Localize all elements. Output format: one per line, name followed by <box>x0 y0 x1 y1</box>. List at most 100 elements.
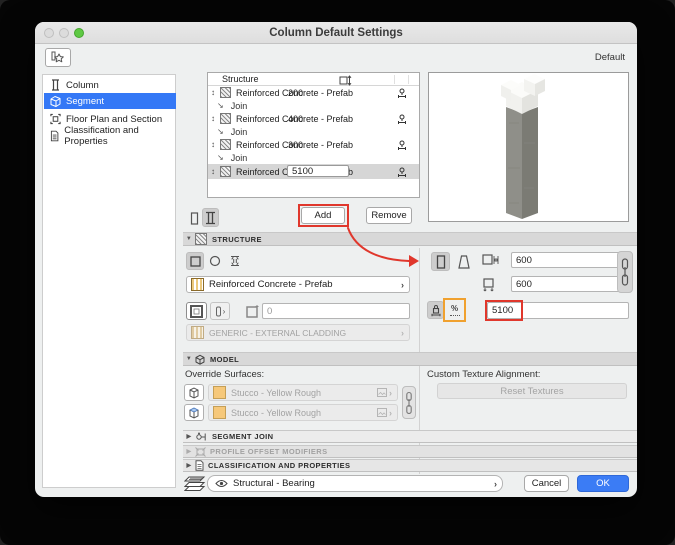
reset-textures-label: Reset Textures <box>500 385 564 397</box>
segmented-column-icon <box>206 211 215 224</box>
segment-row-selected[interactable]: ↕ Reinforced Concrete - Prefab <box>208 164 419 179</box>
veneer-thickness-input[interactable] <box>262 303 410 319</box>
stretch-anchor-icon[interactable] <box>397 140 407 150</box>
percent-icon: % <box>450 303 459 313</box>
segment-row[interactable]: ↕ Reinforced Concrete - Prefab 400 <box>208 112 419 125</box>
join-row[interactable]: ↘ Join <box>208 125 419 138</box>
dialog-title: Column Default Settings <box>269 27 403 39</box>
profile-offset-label: PROFILE OFFSET MODIFIERS <box>210 447 328 456</box>
circle-icon <box>209 255 221 267</box>
reorder-updown-icon[interactable]: ↕ <box>211 88 219 97</box>
segment-height-value[interactable]: 200 <box>288 88 303 98</box>
segment-height-field[interactable] <box>487 302 629 319</box>
screenshot-canvas: Column Default Settings Default Column S… <box>0 0 675 545</box>
veneer-icon <box>190 304 203 318</box>
profile-shape-button[interactable] <box>226 252 244 270</box>
favorites-star-icon <box>51 51 64 63</box>
proportional-height-button[interactable]: % <box>446 301 463 319</box>
zoom-window-icon[interactable] <box>74 28 84 38</box>
settings-sidebar: Column Segment Floor Plan and Section Cl… <box>42 74 176 488</box>
minimize-window-icon[interactable] <box>59 28 69 38</box>
stretch-anchor-icon[interactable] <box>397 167 407 177</box>
segment-table-header[interactable]: Structure <box>208 73 419 86</box>
column-3d-preview[interactable] <box>428 72 629 222</box>
collapse-triangle-icon[interactable]: ▶ <box>183 433 195 440</box>
model-section-label: MODEL <box>210 354 240 364</box>
title-bar[interactable]: Column Default Settings <box>35 22 637 44</box>
sidebar-item-segment[interactable]: Segment <box>44 93 176 109</box>
rectangle-shape-button[interactable] <box>186 252 204 270</box>
remove-segment-button[interactable]: Remove <box>366 207 412 224</box>
sidebar-item-classification-and-properties[interactable]: Classification and Properties <box>44 125 176 147</box>
join-row[interactable]: ↘ Join <box>208 99 419 112</box>
tapered-column-button[interactable] <box>454 252 473 271</box>
surface-all-faces-button[interactable] <box>184 384 204 401</box>
surface-top-face-button[interactable] <box>184 404 204 421</box>
profile-offset-icon <box>195 446 206 457</box>
collapse-triangle-icon[interactable]: ▼ <box>183 236 195 242</box>
segment-list-table: Structure ↕ Reinforced Concrete - Prefab… <box>207 72 420 198</box>
building-material-name: Reinforced Concrete - Prefab <box>209 279 333 290</box>
reorder-updown-icon[interactable]: ↕ <box>211 114 219 123</box>
layer-dropdown[interactable]: Structural - Bearing › <box>207 475 503 492</box>
add-segment-button[interactable]: Add <box>301 207 345 224</box>
sidebar-item-label: Classification and Properties <box>64 125 139 147</box>
column-preview-image <box>501 74 545 219</box>
cancel-button[interactable]: Cancel <box>524 475 569 492</box>
column-top-face-icon <box>189 407 199 419</box>
collapse-triangle-icon[interactable]: ▼ <box>183 356 195 362</box>
segment-height-value[interactable]: 300 <box>288 140 303 150</box>
structure-section-header[interactable]: ▼ STRUCTURE <box>183 232 637 246</box>
join-icon: ↘ <box>217 101 224 110</box>
add-button-label: Add <box>314 210 332 221</box>
material-pattern-chip <box>220 139 231 150</box>
link-dimensions-button[interactable] <box>617 251 633 293</box>
surface-name: Stucco - Yellow Rough <box>231 387 322 398</box>
override-surfaces-label: Override Surfaces: <box>185 369 265 380</box>
cladding-material-dropdown: GENERIC - EXTERNAL CLADDING › <box>186 324 410 341</box>
lock-icon <box>431 304 440 316</box>
column-icon <box>52 79 59 91</box>
multi-segment-column-toggle[interactable] <box>202 208 219 227</box>
sidebar-item-label: Column <box>66 79 99 91</box>
link-surfaces-button[interactable] <box>402 386 416 419</box>
segment-height-value[interactable]: 400 <box>288 114 303 124</box>
veneer-button[interactable] <box>186 302 207 320</box>
chevron-right-icon: › <box>389 407 392 418</box>
reorder-updown-icon[interactable]: ↕ <box>211 140 219 149</box>
fixed-height-lock-button[interactable] <box>427 301 444 319</box>
structure-section-label: STRUCTURE <box>212 234 262 244</box>
surface-name: Stucco - Yellow Rough <box>231 407 322 418</box>
stretch-anchor-icon[interactable] <box>397 114 407 124</box>
building-material-dropdown[interactable]: Reinforced Concrete - Prefab › <box>186 276 410 293</box>
structure-hatch-icon <box>195 233 207 245</box>
collapse-triangle-icon[interactable]: ▶ <box>183 462 195 469</box>
ok-button[interactable]: OK <box>577 475 629 492</box>
ok-button-label: OK <box>596 478 610 489</box>
join-row[interactable]: ↘ Join <box>208 151 419 164</box>
close-window-icon[interactable] <box>44 28 54 38</box>
chevron-right-icon: › <box>401 279 404 290</box>
veneer-options-button[interactable]: › <box>210 302 230 320</box>
segment-row[interactable]: ↕ Reinforced Concrete - Prefab 300 <box>208 138 419 151</box>
model-section-header[interactable]: ▼ MODEL <box>183 352 637 366</box>
straight-column-button[interactable] <box>431 252 450 271</box>
default-label[interactable]: Default <box>595 52 625 63</box>
column-depth-input[interactable] <box>511 276 629 292</box>
model-box-icon <box>195 354 205 365</box>
sidebar-item-label: Floor Plan and Section <box>66 113 163 125</box>
stretch-anchor-icon[interactable] <box>397 88 407 98</box>
collapse-triangle-icon: ▶ <box>186 449 192 455</box>
uniform-column-toggle[interactable] <box>188 210 201 227</box>
segment-height-input[interactable] <box>287 165 349 177</box>
classification-section-header[interactable]: ▶ CLASSIFICATION AND PROPERTIES <box>183 459 637 472</box>
chain-link-icon <box>621 258 629 286</box>
segment-row[interactable]: ↕ Reinforced Concrete - Prefab 200 <box>208 86 419 99</box>
circle-shape-button[interactable] <box>206 252 224 270</box>
column-width-input[interactable] <box>511 252 629 268</box>
reorder-updown-icon[interactable]: ↕ <box>211 167 219 176</box>
favorites-button[interactable] <box>45 48 71 67</box>
sidebar-item-column[interactable]: Column <box>44 77 176 93</box>
structure-column-header[interactable]: Structure <box>222 74 259 84</box>
segment-join-section-header[interactable]: ▶ SEGMENT JOIN <box>183 430 637 443</box>
